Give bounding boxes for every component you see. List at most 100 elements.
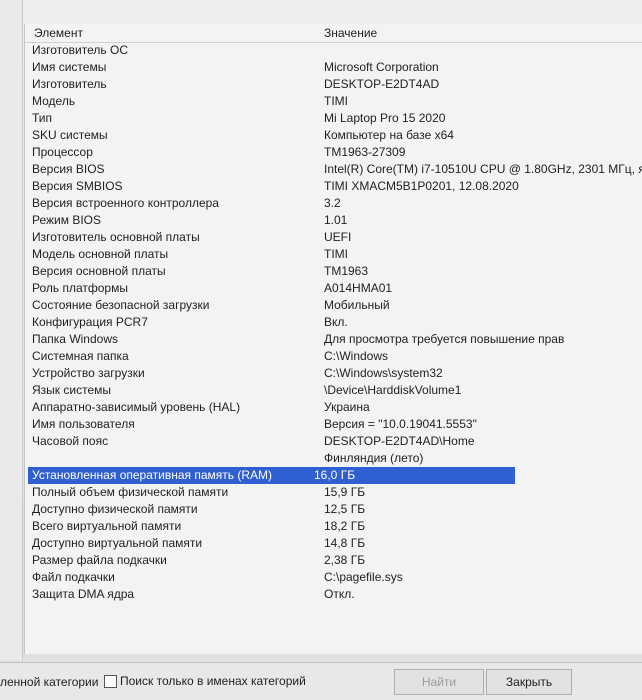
row-value: TIMI: [324, 247, 348, 261]
row-element-name: Полный объем физической памяти: [32, 485, 229, 499]
row-element-name: Изготовитель основной платы: [32, 230, 200, 244]
row-value: 1.01: [324, 213, 348, 227]
row-value: 12,5 ГБ: [324, 502, 366, 516]
row-element-name: Процессор: [32, 145, 93, 159]
row-value: A014HMA01: [324, 281, 393, 295]
row-element-name: Размер файла подкачки: [32, 553, 167, 567]
row-element-name: Папка Windows: [32, 332, 118, 346]
row-value: Компьютер на базе x64: [324, 128, 454, 142]
row-value: Microsoft Corporation: [324, 60, 439, 74]
row-element-name: Конфигурация PCR7: [32, 315, 148, 329]
table-row[interactable]: Процессор TM1963-27309: [24, 144, 642, 161]
category-pane-edge[interactable]: [0, 0, 23, 660]
row-value: DESKTOP-E2DT4AD\Home: [324, 434, 475, 448]
column-header: Элемент Значение: [24, 24, 642, 43]
row-element-name: Устройство загрузки: [32, 366, 145, 380]
row-value: 15,9 ГБ: [324, 485, 366, 499]
table-row[interactable]: Установленная оперативная память (RAM) 16…: [24, 467, 642, 484]
row-element-name: Состояние безопасной загрузки: [32, 298, 210, 312]
table-row[interactable]: Версия встроенного контроллера 3.2: [24, 195, 642, 212]
row-element-name: Роль платформы: [32, 281, 128, 295]
row-element-name: Версия встроенного контроллера: [32, 196, 219, 210]
row-element-name: Модель основной платы: [32, 247, 169, 261]
search-names-only-checkbox[interactable]: [104, 675, 117, 688]
table-row[interactable]: Версия основной платы TM1963: [24, 263, 642, 280]
table-row[interactable]: Всего виртуальной памяти 18,2 ГБ: [24, 518, 642, 535]
column-header-element[interactable]: Элемент: [34, 24, 83, 42]
row-value: TM1963-27309: [324, 145, 406, 159]
table-row[interactable]: Защита DMA ядра Откл.: [24, 586, 642, 603]
table-row[interactable]: Имя системы Microsoft Corporation: [24, 59, 642, 76]
row-element-name: Изготовитель: [32, 77, 107, 91]
row-value: Мобильный: [324, 298, 390, 312]
row-element-name: Доступно физической памяти: [32, 502, 198, 516]
table-row[interactable]: Устройство загрузки C:\Windows\system32: [24, 365, 642, 382]
table-row[interactable]: Полный объем физической памяти 15,9 ГБ: [24, 484, 642, 501]
table-row[interactable]: Изготовитель ОС: [24, 42, 642, 59]
system-info-window: Элемент Значение Изготовитель ОС Имя сист…: [0, 0, 642, 700]
row-element-name: Версия BIOS: [32, 162, 105, 176]
row-value: Вкл.: [324, 315, 348, 329]
table-row[interactable]: Версия BIOS Intel(R) Core(TM) i7-10510U C…: [24, 161, 642, 178]
row-value: 18,2 ГБ: [324, 519, 366, 533]
row-value: \Device\HarddiskVolume1: [324, 383, 462, 397]
column-header-value[interactable]: Значение: [324, 24, 377, 42]
search-bar: ленной категории Поиск только в именах к…: [0, 662, 642, 700]
table-row[interactable]: Имя пользователя Версия = "10.0.19041.555…: [24, 416, 642, 433]
table-row[interactable]: Системная папка C:\Windows: [24, 348, 642, 365]
row-value: UEFI: [324, 230, 352, 244]
search-names-only-label[interactable]: Поиск только в именах категорий: [120, 674, 306, 688]
table-row[interactable]: Файл подкачки C:\pagefile.sys: [24, 569, 642, 586]
table-row[interactable]: Аппаратно-зависимый уровень (HAL) Украина: [24, 399, 642, 416]
table-row[interactable]: Финляндия (лето): [24, 450, 642, 467]
row-element-name: Часовой пояс: [32, 434, 109, 448]
search-scope-label: ленной категории: [0, 675, 99, 689]
table-row[interactable]: Версия SMBIOS TIMI XMACM5B1P0201, 12.08.2…: [24, 178, 642, 195]
row-element-name: Имя системы: [32, 60, 107, 74]
table-row[interactable]: Модель TIMI: [24, 93, 642, 110]
find-button[interactable]: Найти: [394, 669, 484, 695]
row-value: Откл.: [324, 587, 355, 601]
row-value: TIMI XMACM5B1P0201, 12.08.2020: [324, 179, 519, 193]
table-row[interactable]: Тип Mi Laptop Pro 15 2020: [24, 110, 642, 127]
row-value: 2,38 ГБ: [324, 553, 366, 567]
row-element-name: Версия основной платы: [32, 264, 166, 278]
row-value: Mi Laptop Pro 15 2020: [324, 111, 446, 125]
table-row[interactable]: Роль платформы A014HMA01: [24, 280, 642, 297]
table-row[interactable]: Режим BIOS 1.01: [24, 212, 642, 229]
row-element-name: Защита DMA ядра: [32, 587, 135, 601]
table-row[interactable]: Доступно физической памяти 12,5 ГБ: [24, 501, 642, 518]
row-element-name: Режим BIOS: [32, 213, 102, 227]
table-row[interactable]: Изготовитель основной платы UEFI: [24, 229, 642, 246]
row-element-name: Версия SMBIOS: [32, 179, 123, 193]
table-row[interactable]: Конфигурация PCR7 Вкл.: [24, 314, 642, 331]
row-element-name: Аппаратно-зависимый уровень (HAL): [32, 400, 241, 414]
table-row[interactable]: Размер файла подкачки 2,38 ГБ: [24, 552, 642, 569]
close-button[interactable]: Закрыть: [486, 669, 572, 695]
row-element-name: Модель: [32, 94, 76, 108]
table-row[interactable]: Доступно виртуальной памяти 14,8 ГБ: [24, 535, 642, 552]
row-value: TM1963: [324, 264, 369, 278]
row-value: Версия = "10.0.19041.5553": [324, 417, 477, 431]
row-element-name: Изготовитель ОС: [32, 43, 128, 57]
row-element-name: SKU системы: [32, 128, 108, 142]
row-value: Украина: [324, 400, 370, 414]
row-element-name: Язык системы: [32, 383, 111, 397]
row-element-name: Файл подкачки: [32, 570, 115, 584]
row-value: DESKTOP-E2DT4AD: [324, 77, 440, 91]
row-element-name: Всего виртуальной памяти: [32, 519, 182, 533]
row-value: C:\Windows: [324, 349, 389, 363]
table-row[interactable]: Состояние безопасной загрузки Мобильный: [24, 297, 642, 314]
table-row[interactable]: SKU системы Компьютер на базе x64: [24, 127, 642, 144]
row-element-name: Доступно виртуальной памяти: [32, 536, 203, 550]
table-row[interactable]: Изготовитель DESKTOP-E2DT4AD: [24, 76, 642, 93]
row-element-name: Системная папка: [32, 349, 129, 363]
table-row[interactable]: Папка Windows Для просмотра требуется пов…: [24, 331, 642, 348]
table-row[interactable]: Часовой пояс DESKTOP-E2DT4AD\Home: [24, 433, 642, 450]
row-element-name: Тип: [32, 111, 53, 125]
row-value: 3.2: [324, 196, 341, 210]
row-value: 14,8 ГБ: [324, 536, 366, 550]
table-row[interactable]: Язык системы \Device\HarddiskVolume1: [24, 382, 642, 399]
table-row[interactable]: Модель основной платы TIMI: [24, 246, 642, 263]
row-value: 16,0 ГБ: [310, 467, 516, 484]
